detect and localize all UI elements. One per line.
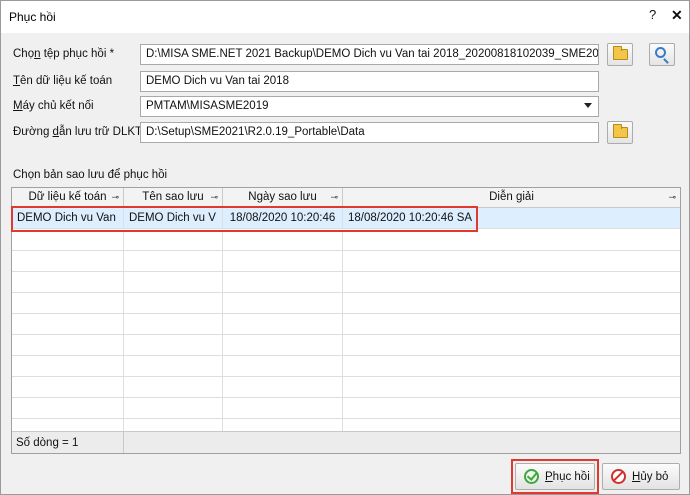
db-name-label: Tên dữ liệu kế toán	[13, 75, 113, 87]
table-row-empty[interactable]	[12, 314, 680, 335]
table-cell	[343, 314, 680, 335]
chevron-down-icon[interactable]	[584, 103, 592, 108]
table-cell: 18/08/2020 10:20:46 SA	[348, 212, 473, 224]
table-cell	[124, 230, 223, 251]
pin-icon[interactable]: ⊸	[210, 192, 218, 203]
column-header[interactable]: Dữ liệu kế toán ⊸	[12, 188, 124, 208]
data-path-field[interactable]: D:\Setup\SME2021\R2.0.19_Portable\Data	[140, 122, 599, 143]
backup-grid[interactable]: Dữ liệu kế toán ⊸ Tên sao lưu ⊸ Ngày sao l…	[11, 187, 681, 454]
grid-caption: Chọn bản sao lưu để phục hồi	[13, 169, 168, 181]
table-cell: DEMO Dich vu Van	[12, 208, 124, 229]
grid-footer: Số dòng = 1	[12, 431, 680, 453]
table-cell	[12, 335, 124, 356]
pin-icon[interactable]: ⊸	[111, 192, 119, 203]
server-value: PMTAM\MISASME2019	[146, 100, 269, 112]
server-select[interactable]: PMTAM\MISASME2019	[140, 96, 599, 117]
table-cell	[124, 314, 223, 335]
table-cell	[343, 251, 680, 272]
db-name-field[interactable]: DEMO Dich vu Van tai 2018	[140, 71, 599, 92]
check-circle-icon	[524, 469, 539, 484]
restore-button[interactable]: Phục hồi	[515, 463, 595, 490]
table-cell	[343, 272, 680, 293]
table-row[interactable]: DEMO Dich vu Van DEMO Dich vu V 18/08/20…	[12, 208, 680, 229]
data-path-label: Đường dẫn lưu trữ DLKT	[13, 126, 143, 138]
browse-path-button[interactable]	[607, 121, 633, 144]
table-cell	[124, 335, 223, 356]
table-row-empty[interactable]	[12, 377, 680, 398]
folder-icon	[612, 46, 628, 60]
table-cell	[223, 356, 343, 377]
table-cell	[343, 398, 680, 419]
table-row-empty[interactable]	[12, 230, 680, 251]
table-cell	[12, 230, 124, 251]
folder-icon	[612, 124, 628, 138]
table-cell	[12, 272, 124, 293]
help-button[interactable]: ?	[649, 7, 656, 22]
close-button[interactable]: ✕	[671, 7, 683, 24]
table-cell: 18/08/2020 10:20:46	[223, 208, 343, 229]
table-cell	[223, 293, 343, 314]
file-label: Chọn tệp phục hồi *	[13, 48, 115, 60]
table-cell	[124, 398, 223, 419]
row-count: Số dòng = 1	[16, 437, 79, 449]
restore-dialog: Phục hồi ? ✕ Chọn tệp phục hồi * D:\MISA…	[0, 0, 690, 495]
table-cell	[124, 251, 223, 272]
grid-header: Dữ liệu kế toán ⊸ Tên sao lưu ⊸ Ngày sao l…	[12, 188, 680, 208]
column-header[interactable]: Ngày sao lưu ⊸	[223, 188, 343, 208]
table-cell	[223, 314, 343, 335]
pin-icon[interactable]: ⊸	[330, 192, 338, 203]
table-cell	[343, 377, 680, 398]
table-cell	[124, 377, 223, 398]
table-row-empty[interactable]	[12, 293, 680, 314]
table-row-empty[interactable]	[12, 398, 680, 419]
table-cell	[223, 335, 343, 356]
window-title: Phục hồi	[9, 10, 56, 24]
table-cell	[343, 293, 680, 314]
table-cell: DEMO Dich vu V	[124, 208, 223, 229]
table-cell	[343, 356, 680, 377]
column-header[interactable]: Tên sao lưu ⊸	[124, 188, 223, 208]
table-cell	[12, 293, 124, 314]
table-cell	[343, 335, 680, 356]
table-row-empty[interactable]	[12, 272, 680, 293]
table-cell	[12, 398, 124, 419]
table-cell	[124, 293, 223, 314]
table-cell	[223, 230, 343, 251]
backup-file-field[interactable]: D:\MISA SME.NET 2021 Backup\DEMO Dich vu…	[140, 44, 599, 65]
table-cell	[223, 377, 343, 398]
table-cell	[12, 251, 124, 272]
table-cell	[343, 230, 680, 251]
cancel-button[interactable]: Hủy bỏ	[602, 463, 680, 490]
table-cell	[223, 272, 343, 293]
table-row-empty[interactable]	[12, 335, 680, 356]
title-bar: Phục hồi ? ✕	[1, 1, 689, 33]
table-cell	[12, 356, 124, 377]
browse-file-button[interactable]	[607, 43, 633, 66]
table-row-empty[interactable]	[12, 251, 680, 272]
table-cell	[12, 377, 124, 398]
table-cell	[12, 314, 124, 335]
table-cell	[223, 251, 343, 272]
table-row-empty[interactable]	[12, 356, 680, 377]
table-cell	[124, 272, 223, 293]
search-icon	[654, 47, 666, 58]
cancel-icon	[611, 469, 626, 484]
column-header[interactable]: Diễn giải ⊸	[343, 188, 680, 208]
pin-icon[interactable]: ⊸	[668, 192, 676, 203]
table-cell	[223, 398, 343, 419]
server-label: Máy chủ kết nối	[13, 100, 94, 112]
table-cell	[124, 356, 223, 377]
search-button[interactable]	[649, 43, 675, 66]
